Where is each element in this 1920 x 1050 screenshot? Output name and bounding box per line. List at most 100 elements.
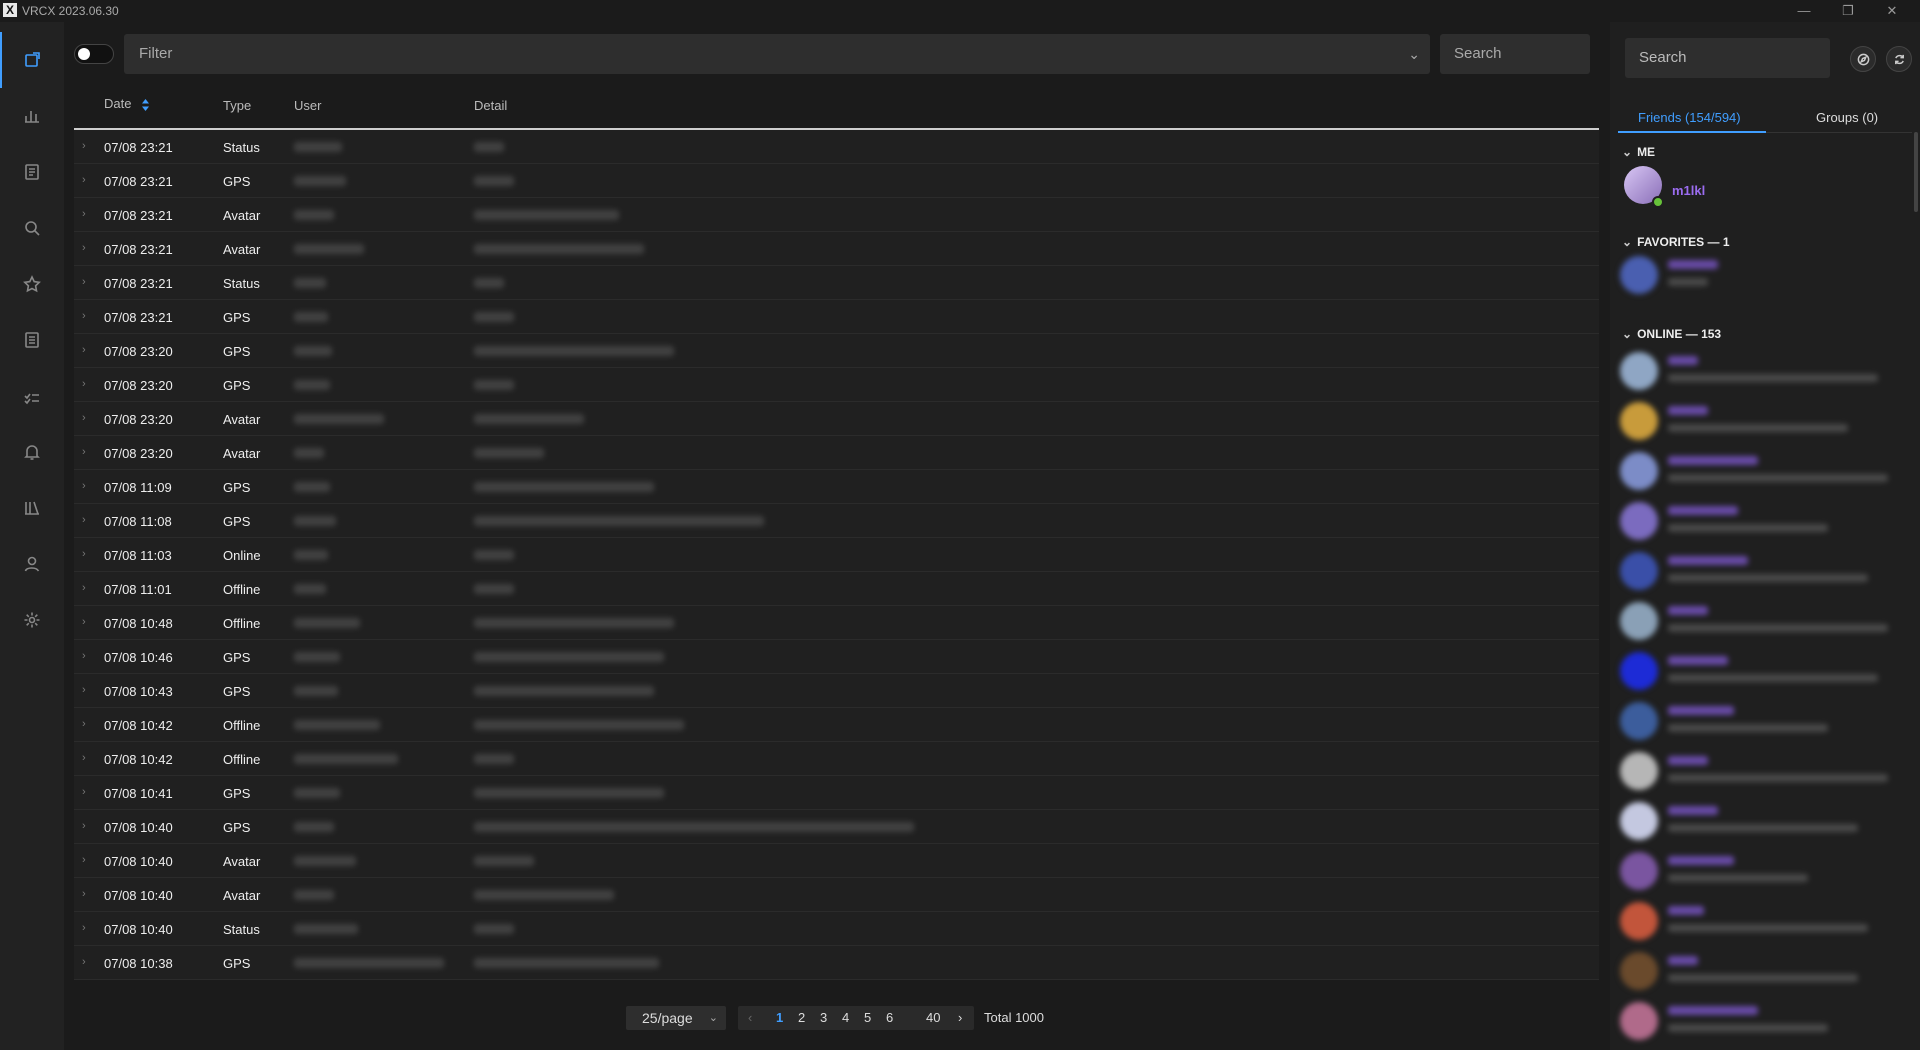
friend-item[interactable]: [1620, 696, 1910, 746]
sidebar-item-moderation[interactable]: [0, 368, 64, 424]
user-name-redacted[interactable]: [294, 686, 338, 696]
user-name-redacted[interactable]: [294, 312, 328, 322]
table-row[interactable]: › 07/08 10:43 GPS: [74, 674, 1599, 708]
expand-row-icon[interactable]: ›: [82, 242, 86, 254]
friend-item[interactable]: [1620, 746, 1910, 796]
refresh-button[interactable]: [1886, 46, 1912, 72]
table-row[interactable]: › 07/08 23:20 Avatar: [74, 436, 1599, 470]
table-row[interactable]: › 07/08 10:40 GPS: [74, 810, 1599, 844]
expand-row-icon[interactable]: ›: [82, 174, 86, 186]
sidebar-item-settings[interactable]: [0, 592, 64, 648]
friend-item[interactable]: [1620, 546, 1910, 596]
expand-row-icon[interactable]: ›: [82, 582, 86, 594]
sidebar-item-feed[interactable]: [0, 32, 64, 88]
user-name-redacted[interactable]: [294, 210, 334, 220]
maximize-button[interactable]: ❐: [1826, 0, 1870, 22]
close-button[interactable]: ✕: [1870, 0, 1914, 22]
table-row[interactable]: › 07/08 10:42 Offline: [74, 742, 1599, 776]
minimize-button[interactable]: —: [1782, 0, 1826, 22]
friend-item[interactable]: [1620, 250, 1910, 300]
table-row[interactable]: › 07/08 23:21 Status: [74, 266, 1599, 300]
user-name-redacted[interactable]: [294, 652, 340, 662]
section-favorites[interactable]: ⌄ FAVORITES — 1: [1622, 235, 1730, 249]
user-name-redacted[interactable]: [294, 414, 384, 424]
user-name-redacted[interactable]: [294, 958, 444, 968]
expand-row-icon[interactable]: ›: [82, 752, 86, 764]
tab-groups[interactable]: Groups (0): [1816, 110, 1878, 125]
table-row[interactable]: › 07/08 23:20 Avatar: [74, 402, 1599, 436]
expand-row-icon[interactable]: ›: [82, 548, 86, 560]
friend-item[interactable]: [1620, 446, 1910, 496]
friend-item[interactable]: [1620, 596, 1910, 646]
page-5[interactable]: 5: [864, 1010, 871, 1025]
friend-item[interactable]: [1620, 846, 1910, 896]
expand-row-icon[interactable]: ›: [82, 446, 86, 458]
expand-row-icon[interactable]: ›: [82, 786, 86, 798]
table-row[interactable]: › 07/08 10:38 GPS: [74, 946, 1599, 980]
page-size-select[interactable]: 25/page ⌄: [626, 1006, 726, 1030]
page-2[interactable]: 2: [798, 1010, 805, 1025]
user-name-redacted[interactable]: [294, 924, 358, 934]
table-row[interactable]: › 07/08 23:21 GPS: [74, 300, 1599, 334]
friends-scrollbar[interactable]: [1914, 132, 1918, 212]
user-name-redacted[interactable]: [294, 788, 340, 798]
expand-row-icon[interactable]: ›: [82, 718, 86, 730]
user-name-redacted[interactable]: [294, 890, 334, 900]
sidebar-item-notifications[interactable]: [0, 424, 64, 480]
table-row[interactable]: › 07/08 10:40 Avatar: [74, 878, 1599, 912]
friend-item[interactable]: [1620, 946, 1910, 996]
table-row[interactable]: › 07/08 23:21 Avatar: [74, 198, 1599, 232]
sidebar-item-friend-log[interactable]: [0, 312, 64, 368]
section-me[interactable]: ⌄ ME: [1622, 145, 1655, 159]
table-row[interactable]: › 07/08 23:20 GPS: [74, 368, 1599, 402]
expand-row-icon[interactable]: ›: [82, 140, 86, 152]
filter-select[interactable]: Filter ⌄: [124, 34, 1430, 74]
sidebar-item-game-log[interactable]: [0, 144, 64, 200]
user-name-redacted[interactable]: [294, 550, 328, 560]
table-row[interactable]: › 07/08 11:09 GPS: [74, 470, 1599, 504]
search-input[interactable]: Search: [1440, 34, 1590, 74]
expand-row-icon[interactable]: ›: [82, 310, 86, 322]
sidebar-item-friends-list[interactable]: [0, 480, 64, 536]
section-online[interactable]: ⌄ ONLINE — 153: [1622, 327, 1721, 341]
friend-item[interactable]: [1620, 396, 1910, 446]
expand-row-icon[interactable]: ›: [82, 820, 86, 832]
expand-row-icon[interactable]: ›: [82, 378, 86, 390]
user-name-redacted[interactable]: [294, 516, 336, 526]
sort-icon[interactable]: [141, 98, 150, 112]
table-row[interactable]: › 07/08 10:41 GPS: [74, 776, 1599, 810]
table-row[interactable]: › 07/08 10:48 Offline: [74, 606, 1599, 640]
expand-row-icon[interactable]: ›: [82, 650, 86, 662]
friend-item[interactable]: [1620, 346, 1910, 396]
column-header-date[interactable]: Date: [104, 96, 150, 112]
user-name-redacted[interactable]: [294, 618, 360, 628]
user-name-redacted[interactable]: [294, 142, 342, 152]
friend-item[interactable]: [1620, 496, 1910, 546]
table-row[interactable]: › 07/08 10:40 Avatar: [74, 844, 1599, 878]
table-row[interactable]: › 07/08 23:20 GPS: [74, 334, 1599, 368]
user-name-redacted[interactable]: [294, 482, 330, 492]
table-row[interactable]: › 07/08 23:21 GPS: [74, 164, 1599, 198]
expand-row-icon[interactable]: ›: [82, 616, 86, 628]
user-name-redacted[interactable]: [294, 720, 380, 730]
friend-item[interactable]: [1620, 996, 1910, 1046]
tab-friends[interactable]: Friends (154/594): [1638, 110, 1741, 125]
page-3[interactable]: 3: [820, 1010, 827, 1025]
friend-item[interactable]: [1620, 646, 1910, 696]
friends-search-input[interactable]: Search: [1625, 38, 1830, 78]
user-name-redacted[interactable]: [294, 754, 398, 764]
next-page-button[interactable]: ›: [958, 1010, 962, 1025]
filter-toggle-switch[interactable]: [74, 44, 114, 64]
user-name-redacted[interactable]: [294, 176, 346, 186]
sidebar-item-charts[interactable]: [0, 88, 64, 144]
friend-item[interactable]: [1620, 896, 1910, 946]
expand-row-icon[interactable]: ›: [82, 922, 86, 934]
user-name-redacted[interactable]: [294, 244, 364, 254]
expand-row-icon[interactable]: ›: [82, 888, 86, 900]
expand-row-icon[interactable]: ›: [82, 412, 86, 424]
table-row[interactable]: › 07/08 11:03 Online: [74, 538, 1599, 572]
friend-item[interactable]: [1620, 796, 1910, 846]
table-row[interactable]: › 07/08 10:46 GPS: [74, 640, 1599, 674]
expand-row-icon[interactable]: ›: [82, 208, 86, 220]
prev-page-button[interactable]: ‹: [748, 1010, 752, 1025]
